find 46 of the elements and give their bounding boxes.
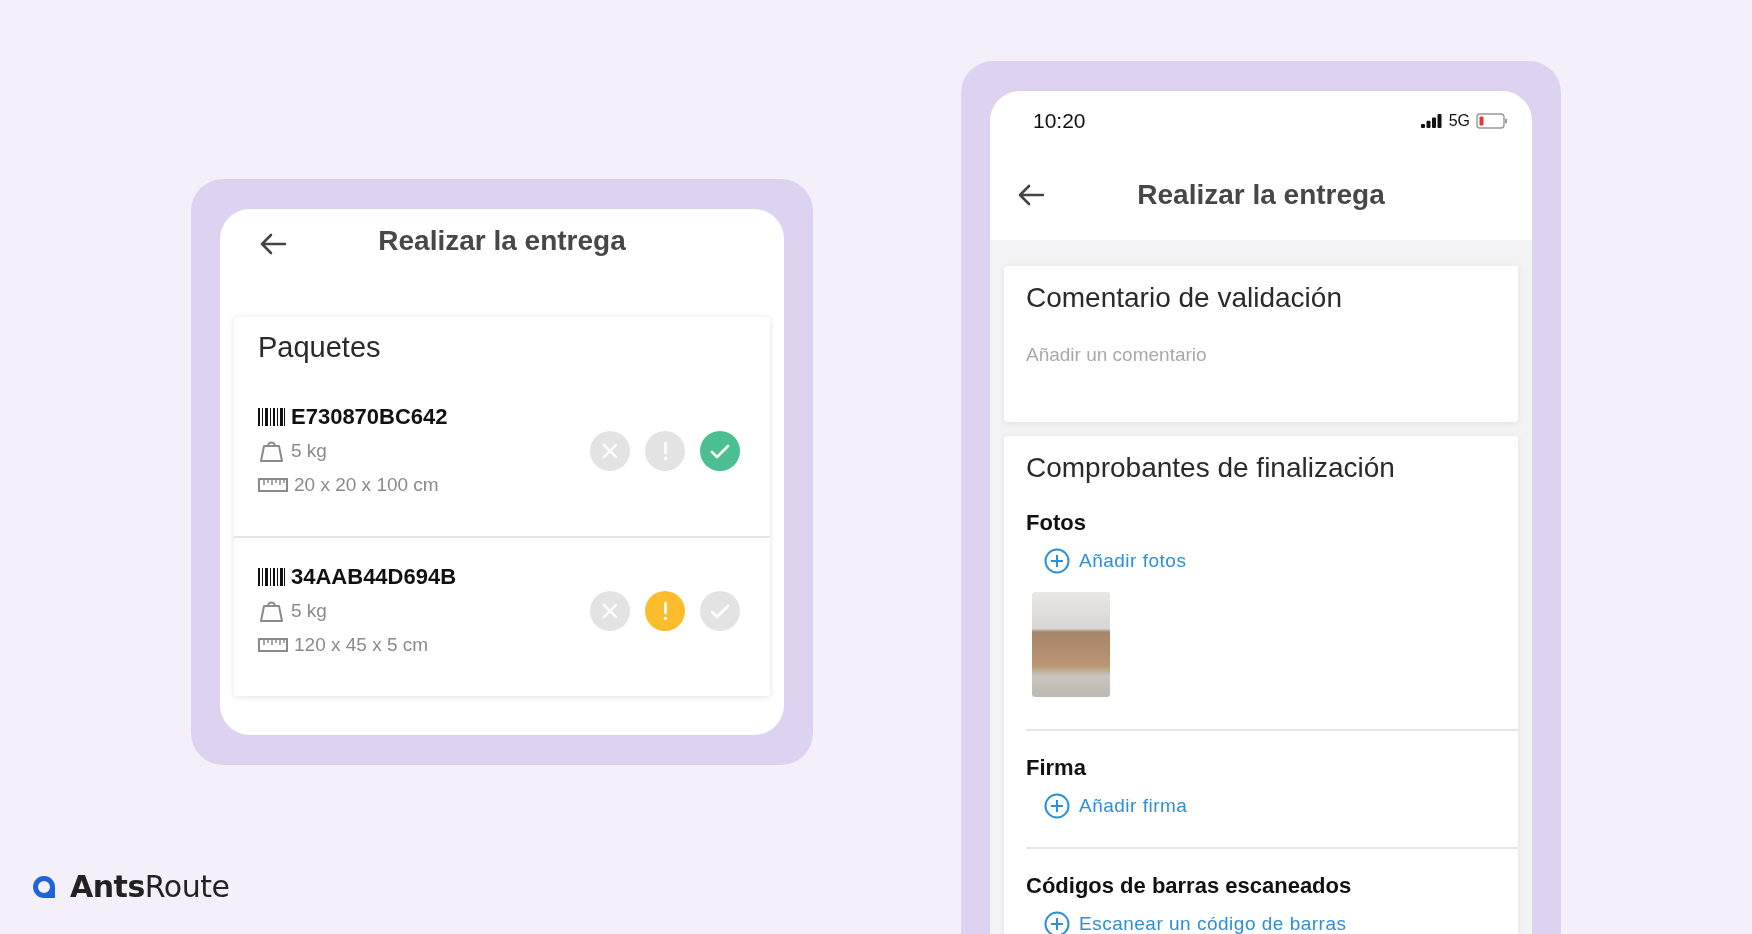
brand-name: AntsRoute: [70, 869, 230, 904]
check-icon: [710, 443, 730, 459]
ruler-icon: [258, 638, 288, 652]
issue-button[interactable]: [645, 591, 685, 631]
plus-circle-icon: [1044, 793, 1070, 819]
screen-title: Realizar la entrega: [1137, 179, 1385, 211]
signal-icon: [1420, 113, 1443, 128]
back-arrow-icon: [1017, 183, 1045, 207]
confirm-button[interactable]: [700, 431, 740, 471]
photo-placeholder[interactable]: [1032, 592, 1110, 697]
package-weight: 5 kg: [291, 600, 327, 622]
screen-title: Realizar la entrega: [378, 225, 626, 257]
section-title: Códigos de barras escaneados: [1026, 873, 1353, 899]
package-weight: 5 kg: [291, 440, 327, 462]
card-title: Comentario de validación: [1026, 282, 1343, 314]
section-title: Fotos: [1026, 510, 1087, 536]
reject-button[interactable]: [590, 431, 630, 471]
issue-button[interactable]: [645, 431, 685, 471]
package-dimensions: 20 x 20 x 100 cm: [294, 474, 439, 496]
ruler-icon: [258, 478, 288, 492]
network-label: 5G: [1448, 111, 1470, 130]
package-code: 34AAB44D694B: [291, 564, 457, 590]
close-icon: [602, 603, 618, 619]
battery-low-icon: [1476, 112, 1508, 129]
exclamation-icon: [662, 601, 668, 621]
confirm-button[interactable]: [700, 591, 740, 631]
weight-icon: [258, 600, 285, 622]
add-link[interactable]: Escanear un código de barras: [1044, 911, 1347, 934]
card-title: Comprobantes de finalización: [1026, 452, 1396, 484]
weight-icon: [258, 440, 285, 462]
check-icon: [710, 603, 730, 619]
comment-field[interactable]: Añadir un comentario: [1026, 340, 1486, 370]
back-arrow-icon: [259, 232, 287, 256]
barcode-icon: [258, 568, 285, 586]
add-link[interactable]: Añadir firma: [1044, 793, 1188, 819]
card-title: Paquetes: [257, 330, 382, 365]
add-link[interactable]: Añadir fotos: [1044, 548, 1187, 574]
package-code: E730870BC642: [291, 404, 448, 430]
section-title: Firma: [1026, 755, 1087, 781]
plus-circle-icon: [1044, 548, 1070, 574]
status-time: 10:20: [1033, 108, 1086, 133]
close-icon: [602, 443, 618, 459]
reject-button[interactable]: [590, 591, 630, 631]
barcode-icon: [258, 408, 285, 426]
exclamation-icon: [662, 441, 668, 461]
package-dimensions: 120 x 45 x 5 cm: [294, 634, 429, 656]
